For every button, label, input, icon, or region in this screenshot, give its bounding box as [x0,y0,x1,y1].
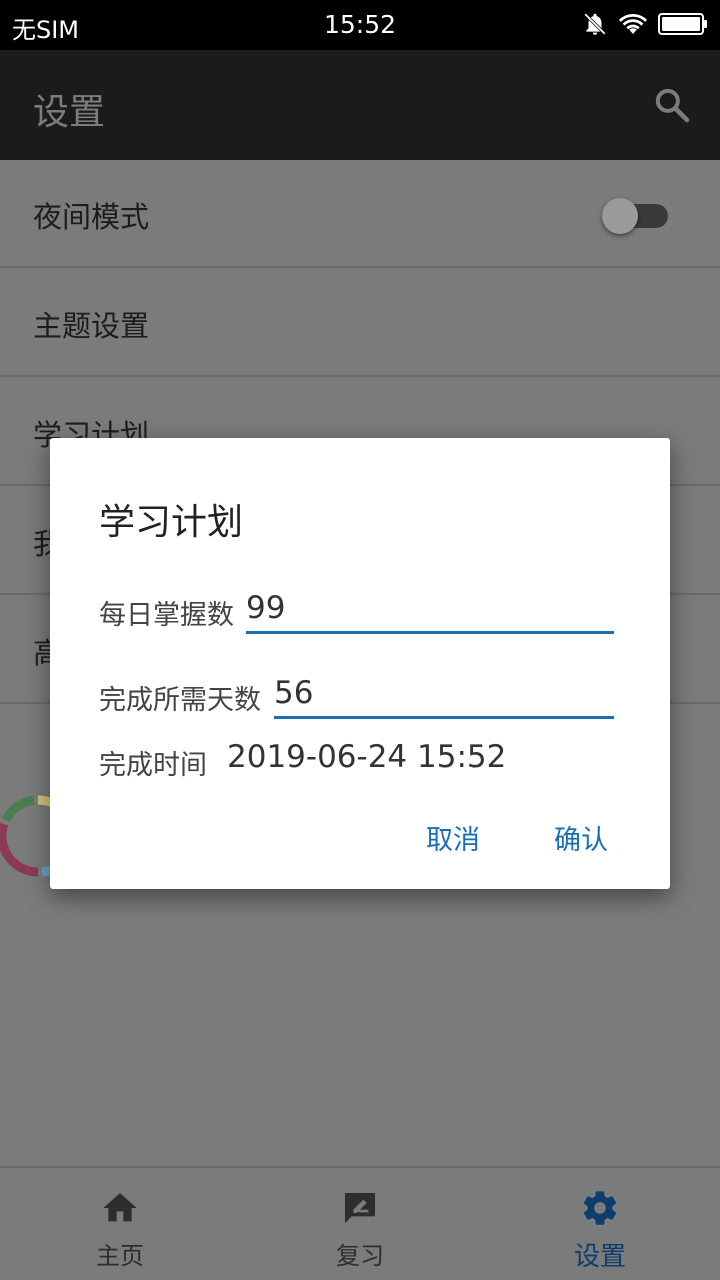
setting-night-mode[interactable]: 夜间模式 [0,160,720,268]
night-mode-toggle[interactable] [602,198,668,234]
battery-icon [658,13,707,35]
daily-count-label: 每日掌握数 [99,600,234,631]
nav-item-home[interactable]: 主页 [0,1168,240,1280]
study-plan-dialog: 学习计划 每日掌握数 完成所需天数 完成时间 2019-06-24 15:52 … [50,438,670,889]
finish-time-value: 2019-06-24 15:52 [227,739,507,775]
nav-item-settings[interactable]: 设置 [480,1168,720,1280]
mute-icon [584,13,606,35]
nav-item-review[interactable]: 复习 [240,1168,480,1280]
confirm-button[interactable]: 确认 [554,818,608,857]
setting-theme[interactable]: 主题设置 [0,269,720,377]
toggle-thumb [602,198,638,234]
status-bar: 无SIM 15:52 [0,0,720,50]
setting-label: 夜间模式 [33,200,150,234]
search-icon[interactable] [652,85,692,125]
setting-label: 主题设置 [33,309,150,343]
finish-time-label: 完成时间 [99,750,207,781]
nav-label: 设置 [573,1242,626,1272]
dialog-title: 学习计划 [99,502,244,543]
bottom-nav: 主页 复习 设置 [0,1166,720,1280]
nav-label: 主页 [96,1242,144,1270]
cancel-button[interactable]: 取消 [426,818,480,857]
status-icons [582,11,708,37]
page-title: 设置 [33,92,106,133]
nav-label: 复习 [336,1242,384,1270]
days-needed-label: 完成所需天数 [99,685,261,716]
gear-icon [583,1191,617,1225]
days-needed-input[interactable] [274,673,614,719]
review-icon [345,1193,375,1223]
daily-count-input[interactable] [246,588,614,634]
app-bar: 设置 [0,50,720,160]
wifi-icon [618,14,648,34]
home-icon [103,1193,137,1222]
